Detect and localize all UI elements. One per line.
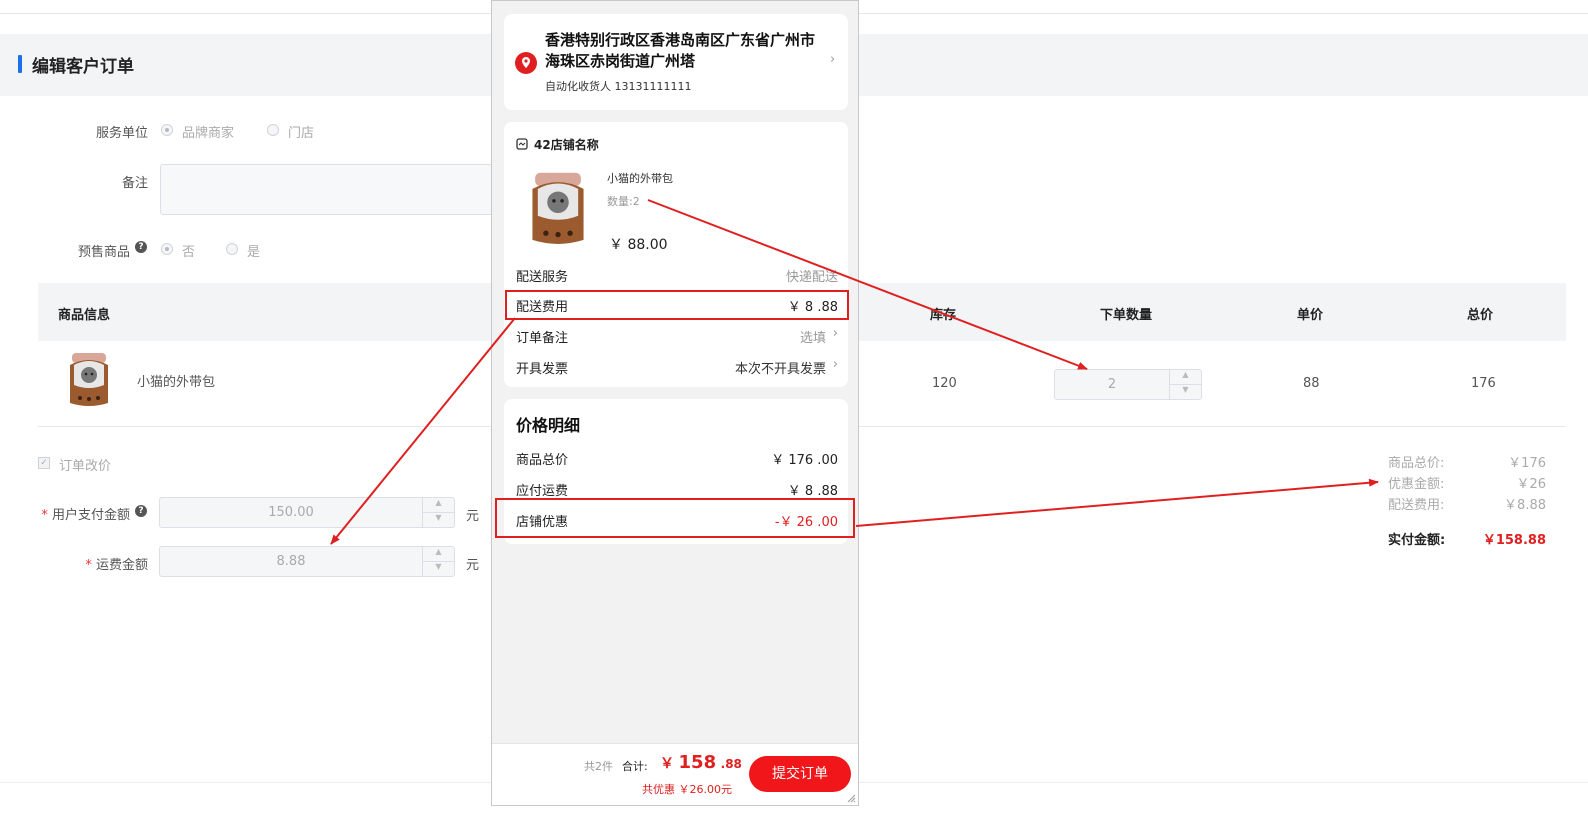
- goods-total-label: 商品总价: [516, 453, 569, 468]
- summary-shipping-label: 配送费用:: [1388, 498, 1445, 513]
- address-card[interactable]: 香港特别行政区香港岛南区广东省广州市海珠区赤岗街道广州塔 自动化收货人 1313…: [504, 14, 848, 110]
- service-unit-label: 服务单位: [95, 126, 148, 141]
- stepper-buttons: ▲ ▼: [1169, 370, 1201, 399]
- price-detail-title: 价格明细: [516, 416, 581, 435]
- decrement-button[interactable]: ▼: [1170, 385, 1201, 400]
- radio-presale-yes[interactable]: [226, 243, 238, 255]
- phone-product-price: ￥ 88.00: [609, 237, 668, 253]
- total-amount: ￥ 158 .88: [660, 752, 742, 773]
- summary-goods-total-label: 商品总价:: [1388, 456, 1445, 471]
- summary-discount-label: 优惠金额:: [1388, 477, 1445, 492]
- help-icon[interactable]: ?: [135, 241, 147, 253]
- chevron-right-icon: ›: [832, 326, 838, 341]
- summary-discount-value: ￥26: [1516, 477, 1546, 492]
- shipping-amount-input[interactable]: 8.88 ▲ ▼: [159, 546, 455, 577]
- delivery-service-value: 快递配送: [785, 270, 838, 285]
- radio-brand-merchant[interactable]: [161, 124, 173, 136]
- presale-label: 预售商品: [77, 245, 130, 260]
- phone-product-quantity: 数量:2: [607, 195, 640, 208]
- radio-store-label: 门店: [288, 126, 315, 141]
- location-pin-icon: [515, 52, 537, 74]
- total-saved: 共优惠 ￥26.00元: [642, 783, 732, 796]
- shipping-amount-value[interactable]: 8.88: [160, 547, 422, 576]
- quantity-stepper[interactable]: 2 ▲ ▼: [1054, 369, 1202, 400]
- total-label: 合计:: [622, 760, 648, 773]
- unit-label: 元: [466, 558, 480, 573]
- summary-paid-label: 实付金额:: [1388, 533, 1446, 548]
- price-change-checkbox[interactable]: ✓: [38, 457, 50, 469]
- decrement-button[interactable]: ▼: [423, 513, 454, 528]
- product-image: [532, 172, 584, 244]
- radio-presale-yes-label: 是: [247, 245, 261, 260]
- order-note-label: 订单备注: [516, 331, 569, 346]
- payable-shipping-label: 应付运费: [516, 484, 569, 499]
- delivery-service-label: 配送服务: [516, 270, 569, 285]
- invoice-value[interactable]: 本次不开具发票: [735, 358, 826, 377]
- highlight-delivery-fee: [505, 290, 849, 320]
- th-stock: 库存: [930, 308, 957, 323]
- th-unit-price: 单价: [1297, 308, 1324, 323]
- radio-presale-no-label: 否: [182, 245, 196, 260]
- decrement-button[interactable]: ▼: [423, 562, 454, 577]
- goods-total-value: ￥ 176 .00: [771, 453, 838, 468]
- unit-label: 元: [466, 509, 480, 524]
- stepper-buttons: ▲ ▼: [422, 498, 454, 527]
- order-note-value[interactable]: 选填: [800, 327, 826, 346]
- summary-goods-total-value: ￥176: [1508, 456, 1546, 471]
- store-name: 42店铺名称: [534, 138, 599, 152]
- phone-footer: 共2件 合计: ￥ 158 .88 共优惠 ￥26.00元 提交订单: [492, 743, 858, 805]
- th-total: 总价: [1467, 308, 1494, 323]
- summary-shipping-value: ￥8.88: [1504, 498, 1546, 513]
- product-thumbnail: [70, 353, 108, 406]
- help-icon[interactable]: ?: [135, 505, 147, 517]
- product-total: 176: [1471, 376, 1496, 391]
- increment-button[interactable]: ▲: [423, 547, 454, 562]
- invoice-label: 开具发票: [516, 362, 569, 377]
- highlight-store-discount: [495, 498, 855, 538]
- resize-handle-icon[interactable]: [846, 793, 856, 803]
- shipping-amount-label: * 运费金额: [85, 558, 148, 573]
- submit-order-button[interactable]: 提交订单: [749, 756, 851, 792]
- increment-button[interactable]: ▲: [1170, 370, 1201, 385]
- title-accent: [18, 55, 22, 73]
- radio-store[interactable]: [267, 124, 279, 136]
- product-stock: 120: [932, 376, 957, 391]
- summary-paid-value: ￥158.88: [1482, 533, 1546, 548]
- product-unit-price: 88: [1303, 376, 1320, 391]
- user-pay-label: * 用户支付金额: [41, 508, 130, 523]
- user-pay-value[interactable]: 150.00: [160, 498, 422, 527]
- page-title: 编辑客户订单: [32, 57, 134, 77]
- receiver-info: 自动化收货人 13131111111: [545, 80, 692, 93]
- chevron-right-icon: ›: [830, 52, 836, 67]
- quantity-value[interactable]: 2: [1055, 370, 1169, 399]
- th-quantity: 下单数量: [1100, 308, 1153, 323]
- arrow-discount: [855, 478, 1379, 527]
- stepper-buttons: ▲ ▼: [422, 547, 454, 576]
- radio-presale-no[interactable]: [161, 243, 173, 255]
- mobile-preview-panel: 香港特别行政区香港岛南区广东省广州市海珠区赤岗街道广州塔 自动化收货人 1313…: [491, 0, 859, 806]
- store-icon: [516, 138, 528, 150]
- phone-product-name: 小猫的外带包: [607, 172, 673, 185]
- address-text: 香港特别行政区香港岛南区广东省广州市海珠区赤岗街道广州塔: [545, 31, 816, 70]
- chevron-right-icon: ›: [832, 357, 838, 372]
- price-change-label: 订单改价: [59, 459, 112, 474]
- remark-textarea[interactable]: [160, 164, 500, 215]
- user-pay-input[interactable]: 150.00 ▲ ▼: [159, 497, 455, 528]
- radio-brand-merchant-label: 品牌商家: [182, 126, 235, 141]
- item-count: 共2件: [584, 760, 613, 773]
- payable-shipping-value: ￥ 8 .88: [787, 484, 838, 499]
- store-card: 42店铺名称 小猫的外带包 数量:2 ￥ 88.00 配送服务 快递配送 配送费…: [504, 122, 848, 387]
- th-product-info: 商品信息: [58, 308, 111, 323]
- increment-button[interactable]: ▲: [423, 498, 454, 513]
- remark-label: 备注: [121, 176, 148, 191]
- product-name: 小猫的外带包: [137, 375, 216, 390]
